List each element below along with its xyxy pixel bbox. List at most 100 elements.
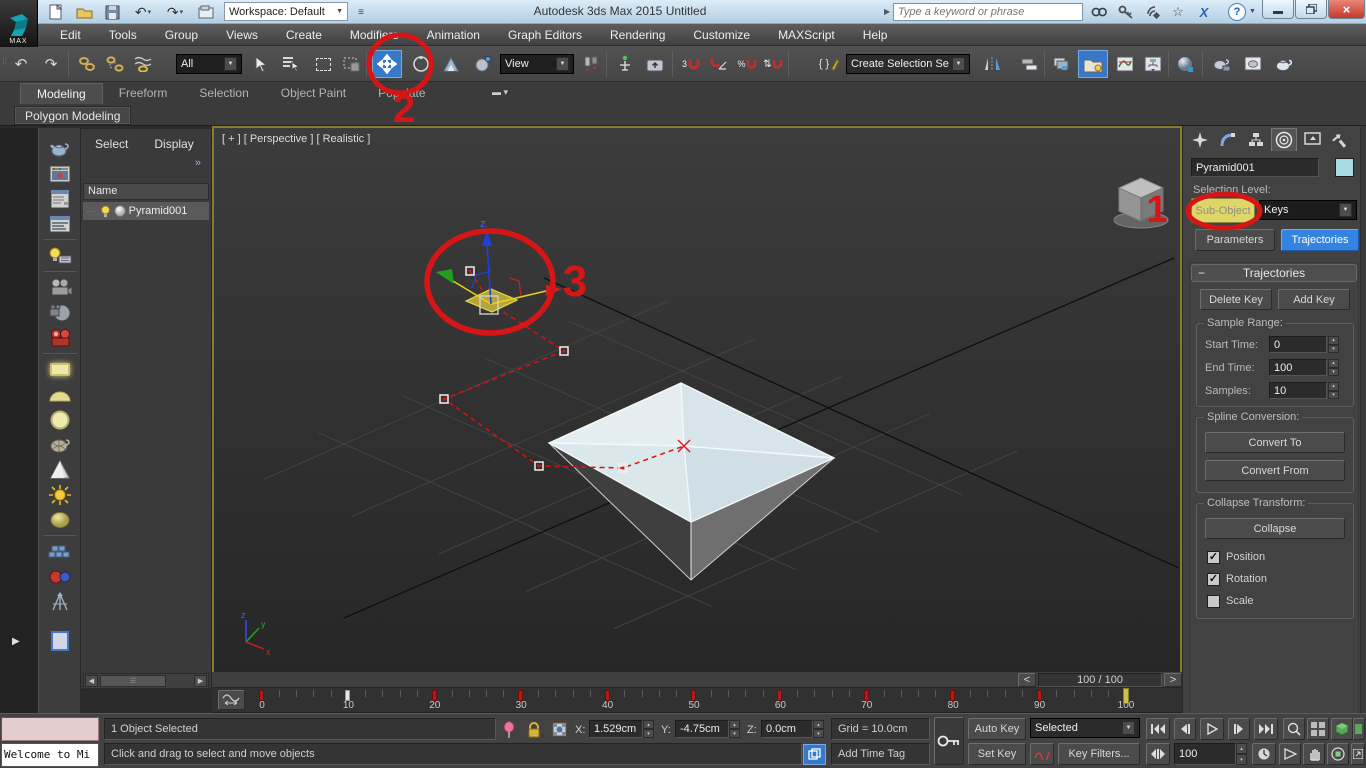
select-by-name-icon[interactable]: [278, 52, 304, 76]
unlink-selection-icon[interactable]: [102, 52, 128, 76]
cone-light-icon[interactable]: [47, 457, 73, 482]
expand-panel-arrow-icon[interactable]: ▶: [12, 636, 20, 647]
menu-item-modifiers[interactable]: Modifiers: [336, 25, 413, 45]
open-file-button[interactable]: [72, 2, 96, 22]
frame-spinner[interactable]: ▴▾: [1236, 743, 1247, 765]
hidden-toggle-bulb-icon[interactable]: [100, 205, 111, 218]
redo-button[interactable]: ↷▾: [160, 2, 190, 22]
animation-key-frame-0[interactable]: [259, 690, 264, 701]
toggle-scene-explorer-button[interactable]: [1078, 50, 1108, 78]
end-time-field[interactable]: 100: [1269, 359, 1327, 376]
maxscript-mini-listener[interactable]: Welcome to Mi: [1, 743, 99, 767]
percent-snap-toggle-icon[interactable]: %: [734, 52, 760, 76]
key-filters-button[interactable]: Key Filters...: [1058, 743, 1140, 765]
default-tangent-icon[interactable]: [1030, 743, 1054, 765]
edit-named-selection-sets-icon[interactable]: { }: [816, 52, 842, 76]
animation-key-frame-80[interactable]: [950, 690, 955, 701]
named-selection-set-dropdown[interactable]: Create Selection Se▼: [846, 54, 970, 74]
minimize-button[interactable]: [1262, 0, 1294, 19]
isolate-selection-icon[interactable]: [502, 721, 516, 744]
redo-scene-button[interactable]: ↷: [38, 52, 64, 76]
red-camera-icon[interactable]: [47, 325, 73, 350]
window-crossing-toggle-icon[interactable]: [338, 52, 364, 76]
menu-item-create[interactable]: Create: [272, 25, 336, 45]
menu-item-customize[interactable]: Customize: [679, 25, 764, 45]
film-camera-icon[interactable]: [47, 275, 73, 300]
command-panel-scrollbar[interactable]: [1360, 126, 1366, 714]
workspace-dropdown[interactable]: Workspace: Default▼: [224, 2, 348, 21]
time-slider-handle[interactable]: 100 / 100: [1038, 673, 1162, 687]
auto-key-button[interactable]: Auto Key: [968, 718, 1026, 740]
ribbon-minimize-icon[interactable]: ▬ ▾: [492, 87, 508, 98]
y-spinner[interactable]: ▴▾: [729, 720, 740, 738]
play-animation-button[interactable]: [1200, 718, 1224, 740]
selection-set-dropdown[interactable]: Selected▼: [1030, 718, 1140, 738]
menu-item-views[interactable]: Views: [212, 25, 272, 45]
dome-light-icon[interactable]: [47, 382, 73, 407]
track-bar[interactable]: 0102030405060708090100: [212, 688, 1182, 713]
select-and-link-icon[interactable]: [74, 52, 100, 76]
create-tab[interactable]: [1187, 128, 1213, 151]
mirror-icon[interactable]: [980, 52, 1006, 76]
zoom-extents-all-icon[interactable]: [1353, 718, 1365, 740]
add-key-button[interactable]: Add Key: [1278, 289, 1350, 310]
sign-in-key-icon[interactable]: [1114, 3, 1138, 21]
undo-scene-button[interactable]: ↶: [8, 52, 34, 76]
rotation-checkbox[interactable]: ✓: [1207, 573, 1220, 586]
maxscript-macro-recorder[interactable]: [1, 717, 99, 741]
end-time-spinner[interactable]: ▴▾: [1328, 359, 1339, 376]
object-name-label[interactable]: Pyramid001: [129, 205, 188, 217]
collapse-button[interactable]: Collapse: [1205, 518, 1345, 539]
sub-object-button[interactable]: Sub-Object: [1191, 198, 1255, 223]
rendered-frame-window-icon[interactable]: [47, 161, 73, 186]
new-file-button[interactable]: [44, 2, 68, 22]
menu-item-maxscript[interactable]: MAXScript: [764, 25, 849, 45]
zoom-viewport-icon[interactable]: [1283, 718, 1305, 740]
keyboard-shortcut-override-icon[interactable]: [642, 52, 668, 76]
collapse-check-scale[interactable]: Scale: [1207, 590, 1267, 612]
bind-to-space-warp-icon[interactable]: [130, 52, 156, 76]
max-logo[interactable]: MAX: [0, 0, 38, 47]
name-column-header[interactable]: Name: [83, 183, 209, 200]
go-to-start-button[interactable]: [1146, 718, 1170, 740]
hierarchy-tab[interactable]: [1243, 128, 1269, 151]
trajectories-rollout-header[interactable]: − Trajectories: [1191, 264, 1357, 282]
rectangular-selection-region-icon[interactable]: [310, 52, 336, 76]
position-checkbox[interactable]: ✓: [1207, 551, 1220, 564]
animation-key-frame-20[interactable]: [432, 690, 437, 701]
toolbar-grip[interactable]: ⁞⁞: [2, 56, 7, 66]
schematic-view-icon[interactable]: [1140, 52, 1166, 76]
key-mode-toggle-button[interactable]: [1146, 743, 1170, 765]
previous-frame-button[interactable]: [1174, 718, 1196, 740]
animation-key-frame-30[interactable]: [518, 690, 523, 701]
render-setup-dialog-icon[interactable]: [47, 186, 73, 211]
collapse-check-rotation[interactable]: ✓Rotation: [1207, 568, 1267, 590]
z-coordinate-field[interactable]: 0.0cm: [761, 720, 813, 738]
communication-center-icon[interactable]: [1141, 3, 1165, 21]
object-color-swatch[interactable]: [1335, 158, 1354, 177]
save-button[interactable]: [100, 2, 124, 22]
scroll-left-icon[interactable]: ◀: [85, 675, 98, 687]
animation-key-frame-70[interactable]: [864, 690, 869, 701]
rendered-frame-window-icon[interactable]: [1240, 52, 1266, 76]
animation-key-frame-100[interactable]: [1123, 688, 1129, 704]
infocenter-collapse-icon[interactable]: ▶: [884, 7, 890, 16]
collapse-check-position[interactable]: ✓Position: [1207, 546, 1267, 568]
select-and-manipulate-icon[interactable]: [612, 52, 638, 76]
start-time-spinner[interactable]: ▴▾: [1328, 336, 1339, 353]
selection-filter-dropdown[interactable]: All▼: [176, 54, 242, 74]
shaded-camera-icon[interactable]: [47, 300, 73, 325]
z-spinner[interactable]: ▴▾: [813, 720, 824, 738]
x-spinner[interactable]: ▴▾: [643, 720, 654, 738]
time-configuration-icon[interactable]: [1252, 743, 1276, 765]
sub-object-level-dropdown[interactable]: Keys▼: [1259, 200, 1357, 220]
select-and-move-button[interactable]: [372, 50, 402, 78]
x-coordinate-field[interactable]: 1.529cm: [589, 720, 643, 738]
scroll-thumb[interactable]: ☰: [100, 675, 166, 687]
quick-access-more-icon[interactable]: ≡: [352, 2, 370, 22]
zoom-extents-icon[interactable]: [1331, 718, 1353, 740]
ribbon-tab-modeling[interactable]: Modeling: [20, 83, 103, 104]
material-editor-icon[interactable]: [1172, 52, 1198, 76]
modify-tab[interactable]: [1215, 128, 1241, 151]
array-tool-icon[interactable]: [47, 539, 73, 564]
